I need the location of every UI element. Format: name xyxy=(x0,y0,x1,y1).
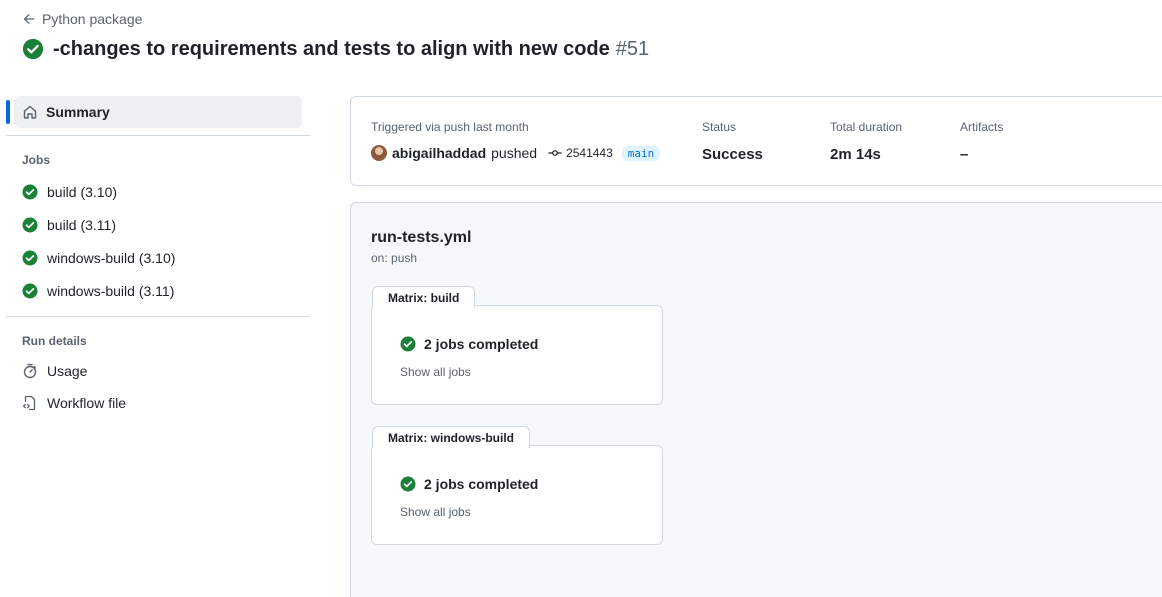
sidebar-item-job[interactable]: windows-build (3.10) xyxy=(0,241,310,274)
matrix-jobs-status: 2 jobs completed xyxy=(400,336,538,352)
jobs-completed-text: 2 jobs completed xyxy=(424,336,539,352)
run-number: #51 xyxy=(615,37,650,60)
page-title: -changes to requirements and tests to al… xyxy=(53,38,649,61)
avatar[interactable] xyxy=(371,145,387,161)
sidebar-item-job[interactable]: build (3.10) xyxy=(0,175,310,208)
run-details-heading: Run details xyxy=(22,334,87,348)
trigger-column: Triggered via push last month abigailhad… xyxy=(371,120,661,164)
divider xyxy=(6,135,310,136)
matrix-tab-build: Matrix: build xyxy=(372,286,476,308)
stopwatch-icon xyxy=(23,363,37,379)
workflow-file-label: Workflow file xyxy=(47,395,127,411)
usage-label: Usage xyxy=(47,363,88,379)
success-check-icon xyxy=(22,184,38,199)
workflow-graph: run-tests.yml on: push Matrix: build 2 j… xyxy=(350,202,1162,597)
success-check-icon xyxy=(400,476,416,492)
duration-label: Total duration xyxy=(830,120,903,134)
run-title: -changes to requirements and tests to al… xyxy=(53,37,610,60)
status-value: Success xyxy=(702,145,763,163)
matrix-card-build[interactable]: 2 jobs completed Show all jobs xyxy=(371,305,663,405)
trigger-text: Triggered via push last month xyxy=(371,120,529,134)
duration-column: Total duration 2m 14s xyxy=(830,120,902,164)
status-label: Status xyxy=(702,120,737,134)
arrow-left-icon xyxy=(23,14,35,24)
sidebar-item-usage[interactable]: Usage xyxy=(0,355,310,387)
job-label: build (3.11) xyxy=(47,216,117,233)
jobs-completed-text: 2 jobs completed xyxy=(424,476,539,492)
sidebar: Summary Jobs build (3.10) build (3.11) w… xyxy=(0,96,310,419)
job-label: build (3.10) xyxy=(47,183,118,200)
run-summary-card: Triggered via push last month abigailhad… xyxy=(350,96,1162,186)
duration-value: 2m 14s xyxy=(830,145,881,163)
show-all-jobs-link[interactable]: Show all jobs xyxy=(400,505,471,519)
file-code-icon xyxy=(22,395,36,411)
home-icon xyxy=(23,105,37,119)
git-commit-icon xyxy=(548,150,562,156)
back-link-label: Python package xyxy=(42,11,143,27)
matrix-tab-windows-build: Matrix: windows-build xyxy=(372,426,530,448)
artifacts-label: Artifacts xyxy=(960,120,1004,134)
success-check-icon xyxy=(22,217,38,232)
actor-link[interactable]: abigailhaddad xyxy=(392,145,486,161)
event-action: pushed xyxy=(491,145,538,161)
job-label: windows-build (3.11) xyxy=(47,282,175,299)
status-column: Status Success xyxy=(702,120,763,164)
job-label: windows-build (3.10) xyxy=(47,249,176,266)
sidebar-item-label: Summary xyxy=(46,104,110,120)
success-check-icon xyxy=(22,283,38,298)
back-to-workflow-link[interactable]: Python package xyxy=(22,10,142,28)
success-check-icon xyxy=(22,38,44,60)
matrix-card-windows-build[interactable]: 2 jobs completed Show all jobs xyxy=(371,445,663,545)
jobs-heading: Jobs xyxy=(22,153,51,167)
divider xyxy=(6,316,310,317)
artifacts-value: – xyxy=(960,145,969,163)
artifacts-column: Artifacts – xyxy=(960,120,1003,164)
matrix-jobs-status: 2 jobs completed xyxy=(400,476,538,492)
run-title-row: -changes to requirements and tests to al… xyxy=(22,36,649,62)
sidebar-item-workflow-file[interactable]: Workflow file xyxy=(0,387,310,419)
workflow-file-name[interactable]: run-tests.yml xyxy=(371,229,471,247)
commit-sha: 2541443 xyxy=(566,146,613,160)
sidebar-item-job[interactable]: build (3.11) xyxy=(0,208,310,241)
branch-badge[interactable]: main xyxy=(621,145,661,161)
commit-link[interactable]: 2541443 xyxy=(548,146,613,160)
success-check-icon xyxy=(22,250,38,265)
sidebar-item-job[interactable]: windows-build (3.11) xyxy=(0,274,310,307)
sidebar-item-summary[interactable]: Summary xyxy=(6,96,302,128)
show-all-jobs-link[interactable]: Show all jobs xyxy=(400,365,471,379)
success-check-icon xyxy=(400,336,416,352)
workflow-trigger: on: push xyxy=(371,251,418,265)
